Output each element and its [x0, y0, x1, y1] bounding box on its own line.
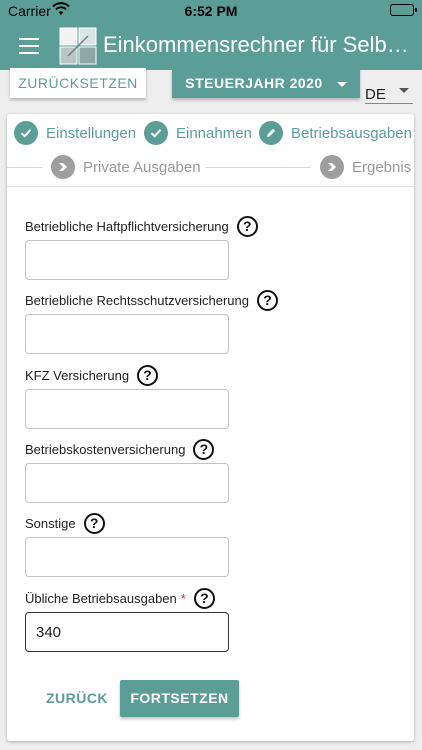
check-icon	[144, 121, 168, 145]
check-icon	[14, 121, 38, 145]
field-label: Betriebliche Rechtsschutzversicherung	[25, 292, 249, 308]
help-icon[interactable]: ?	[193, 438, 215, 460]
field-haftpflicht: Betriebliche Haftpflichtversicherung ?	[25, 215, 405, 280]
chevron-right-icon	[51, 155, 75, 179]
step-einnahmen[interactable]: Einnahmen	[144, 120, 252, 146]
field-uebliche-betriebsausgaben: Übliche Betriebsausgaben * ?	[25, 587, 405, 652]
step-label: Einnahmen	[176, 124, 252, 142]
help-icon[interactable]: ?	[83, 512, 105, 534]
help-icon[interactable]: ?	[236, 215, 258, 237]
step-einstellungen[interactable]: Einstellungen	[14, 120, 136, 146]
caret-down-icon	[399, 88, 409, 93]
step-betriebsausgaben[interactable]: Betriebsausgaben	[259, 120, 412, 146]
tax-year-label: STEUERJAHR 2020	[185, 75, 323, 91]
field-label: KFZ Versicherung	[25, 367, 130, 383]
field-sonstige: Sonstige ?	[25, 512, 405, 577]
help-icon[interactable]: ?	[137, 364, 159, 386]
app-bar: Einkommensrechner für Selbständige	[0, 22, 422, 70]
step-label: Betriebsausgaben	[291, 124, 412, 142]
stepper: Einstellungen Einnahmen Betriebsausgaben	[7, 120, 414, 146]
field-label: Sonstige	[25, 515, 76, 531]
status-bar: Carrier 6:52 PM	[0, 0, 422, 22]
stepper-row-2: Private Ausgaben Ergebnis	[7, 154, 414, 180]
step-label: Einstellungen	[46, 124, 137, 142]
language-select[interactable]: DE	[365, 80, 413, 104]
back-button[interactable]: ZURÜCK	[37, 680, 117, 716]
toolbar: ZURÜCKSETZEN STEUERJAHR 2020 DE	[0, 68, 422, 106]
field-label: Betriebskostenversicherung	[25, 441, 186, 457]
battery-icon	[390, 4, 417, 16]
tax-year-button[interactable]: STEUERJAHR 2020	[172, 68, 360, 98]
haftpflicht-input[interactable]	[25, 240, 229, 280]
language-value: DE	[365, 86, 386, 103]
caret-down-icon	[336, 81, 347, 87]
menu-icon[interactable]	[19, 38, 39, 54]
app-logo-icon	[58, 26, 98, 66]
app-title: Einkommensrechner für Selbständige	[103, 32, 413, 57]
help-icon[interactable]: ?	[257, 289, 278, 311]
reset-button[interactable]: ZURÜCKSETZEN	[10, 68, 146, 98]
rechtsschutz-input[interactable]	[25, 314, 229, 354]
kfz-input[interactable]	[25, 389, 229, 429]
uebliche-betriebsausgaben-input[interactable]	[25, 612, 229, 652]
divider	[7, 186, 414, 187]
form-card: Einstellungen Einnahmen Betriebsausgaben…	[7, 114, 414, 741]
required-marker: *	[180, 590, 186, 606]
step-ergebnis[interactable]: Ergebnis	[320, 154, 411, 180]
pencil-icon	[259, 121, 283, 145]
field-label: Betriebliche Haftpflichtversicherung	[25, 218, 229, 234]
sonstige-input[interactable]	[25, 537, 229, 577]
chevron-right-icon	[320, 155, 344, 179]
step-connector	[7, 167, 43, 168]
field-label: Übliche Betriebsausgaben	[25, 590, 177, 606]
status-time: 6:52 PM	[184, 3, 238, 19]
betriebskosten-input[interactable]	[25, 463, 229, 503]
continue-button[interactable]: FORTSETZEN	[120, 680, 239, 717]
field-rechtsschutz: Betriebliche Rechtsschutzversicherung ?	[25, 289, 405, 354]
step-connector	[205, 167, 311, 168]
field-betriebskosten: Betriebskostenversicherung ?	[25, 438, 405, 503]
step-label: Ergebnis	[352, 158, 412, 176]
step-label: Private Ausgaben	[83, 158, 201, 176]
step-private-ausgaben[interactable]: Private Ausgaben	[51, 154, 201, 180]
field-kfz: KFZ Versicherung ?	[25, 364, 405, 429]
help-icon[interactable]: ?	[193, 587, 215, 609]
